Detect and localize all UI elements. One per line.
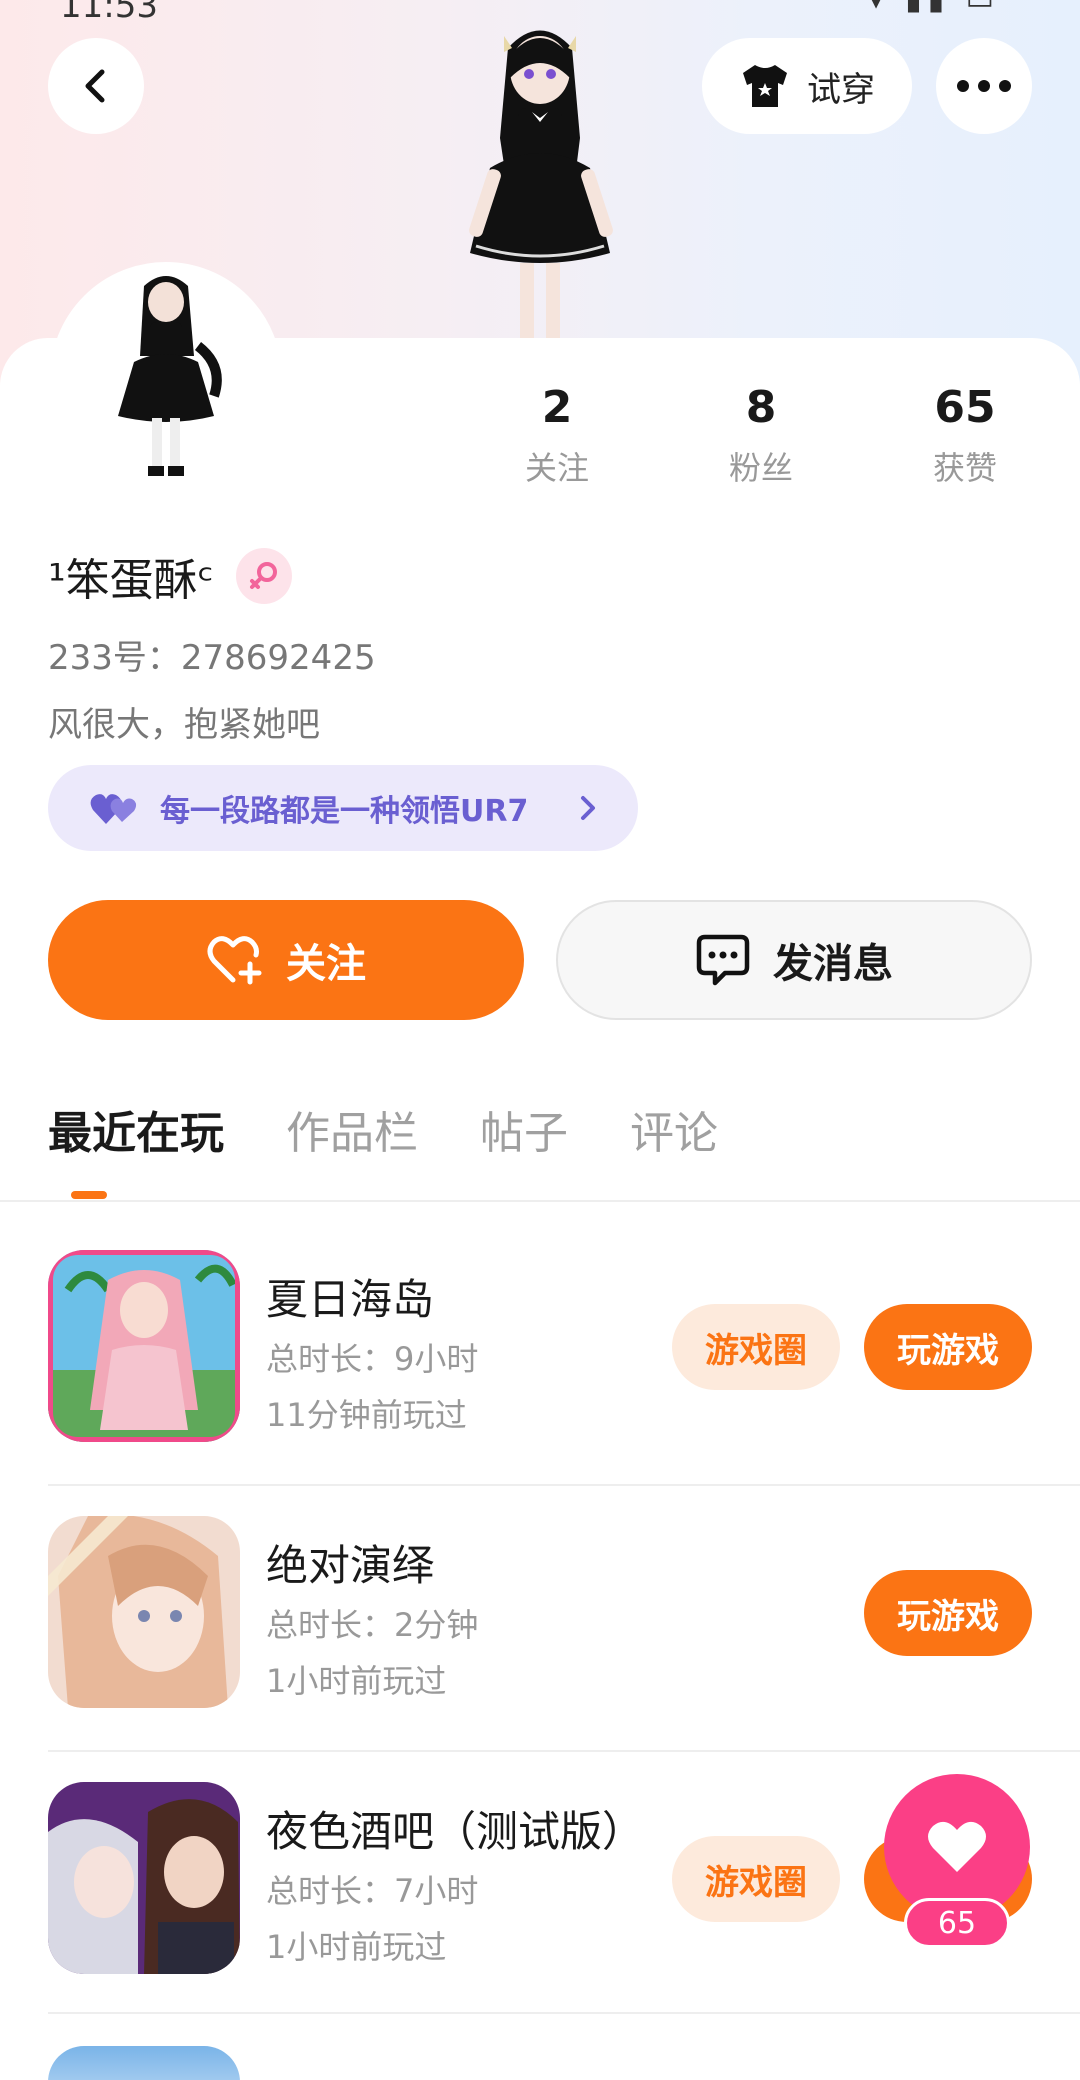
user-bio: 风很大，抱紧她吧 — [48, 705, 320, 745]
game-cover-art — [48, 1782, 240, 1974]
chevron-left-icon — [85, 69, 105, 103]
row-divider — [48, 1484, 1080, 1486]
game-name: 夏日海岛 — [266, 1275, 435, 1324]
try-on-button[interactable]: 试穿 — [702, 38, 912, 134]
active-tab-indicator — [71, 1191, 107, 1199]
game-last-played: 1小时前玩过 — [266, 1928, 447, 1966]
game-duration: 总时长：7小时 — [266, 1872, 479, 1910]
game-cover-art — [48, 1516, 240, 1708]
gender-female-badge — [235, 548, 292, 604]
stat-followers[interactable]: 8 粉丝 — [681, 382, 841, 488]
row-divider — [48, 2012, 1080, 2014]
user-id: 233号：278692425 — [48, 638, 376, 678]
stat-following-label: 关注 — [524, 449, 589, 487]
double-heart-icon — [90, 794, 137, 824]
game-duration: 总时长：2分钟 — [266, 1606, 479, 1644]
shirt-icon — [743, 65, 787, 107]
username: ¹笨蛋酥ᶜ — [48, 555, 214, 606]
play-game-button[interactable]: 玩游戏 — [864, 1570, 1032, 1656]
tab-posts[interactable]: 帖子 — [480, 1106, 568, 1162]
chat-bubble-icon — [696, 934, 750, 986]
stat-likes[interactable]: 65 获赞 — [885, 382, 1045, 488]
row-divider — [48, 1750, 1080, 1752]
avatar-3d-figure — [469, 30, 613, 338]
game-circle-button[interactable]: 游戏圈 — [672, 1304, 840, 1390]
message-button[interactable]: 发消息 — [556, 900, 1032, 1020]
game-cover-art — [48, 1250, 240, 1442]
heart-plus-icon — [207, 936, 262, 985]
game-icon-summer-island[interactable] — [48, 1250, 240, 1442]
stat-followers-label: 粉丝 — [728, 449, 793, 487]
heart-icon — [928, 1821, 986, 1872]
more-dots-icon — [957, 80, 1011, 92]
game-icon-partial[interactable] — [48, 2046, 240, 2080]
game-name: 绝对演绎 — [266, 1541, 435, 1590]
stat-followers-value: 8 — [745, 382, 777, 433]
status-bar-icons: ▾ ▮▮ ▭ — [869, 0, 1001, 17]
avatar-figure — [54, 266, 278, 490]
game-duration: 总时长：9小时 — [266, 1340, 479, 1378]
chevron-right-icon — [581, 796, 595, 820]
stat-likes-label: 获赞 — [932, 449, 997, 487]
tab-works[interactable]: 作品栏 — [286, 1106, 418, 1162]
female-symbol-icon — [249, 562, 277, 589]
profile-tag-chip[interactable]: 每一段路都是一种领悟UR7 — [48, 765, 638, 851]
stat-following[interactable]: 2 关注 — [477, 382, 637, 488]
avatar[interactable] — [50, 262, 282, 494]
follow-label: 关注 — [286, 941, 366, 987]
tab-recently-played[interactable]: 最近在玩 — [48, 1106, 224, 1162]
game-icon-absolute-performance[interactable] — [48, 1516, 240, 1708]
follow-button[interactable]: 关注 — [48, 900, 524, 1020]
status-bar-time: 11:53 — [60, 0, 158, 26]
back-button[interactable] — [48, 38, 144, 134]
game-last-played: 11分钟前玩过 — [266, 1396, 467, 1434]
game-row-absolute-performance[interactable]: 绝对演绎 总时长：2分钟 1小时前玩过 玩游戏 — [48, 1516, 1080, 1782]
game-circle-button[interactable]: 游戏圈 — [672, 1836, 840, 1922]
game-icon-night-bar[interactable] — [48, 1782, 240, 1974]
profile-tag-label: 每一段路都是一种领悟UR7 — [160, 794, 529, 829]
profile-tabs: 最近在玩 作品栏 帖子 评论 — [48, 1106, 718, 1162]
game-name: 夜色酒吧（测试版） — [266, 1807, 645, 1856]
message-label: 发消息 — [773, 941, 893, 987]
try-on-label: 试穿 — [807, 69, 875, 110]
game-row-summer-island[interactable]: 夏日海岛 总时长：9小时 11分钟前玩过 游戏圈 玩游戏 — [48, 1250, 1080, 1516]
game-last-played: 1小时前玩过 — [266, 1662, 447, 1700]
more-options-button[interactable] — [936, 38, 1032, 134]
tab-comments[interactable]: 评论 — [630, 1106, 718, 1162]
play-game-button[interactable]: 玩游戏 — [864, 1304, 1032, 1390]
stat-following-value: 2 — [541, 382, 573, 433]
username-row: ¹笨蛋酥ᶜ — [48, 544, 292, 608]
tabs-divider — [0, 1200, 1080, 1202]
stat-likes-value: 65 — [934, 382, 996, 433]
like-count-badge: 65 — [904, 1898, 1010, 1948]
